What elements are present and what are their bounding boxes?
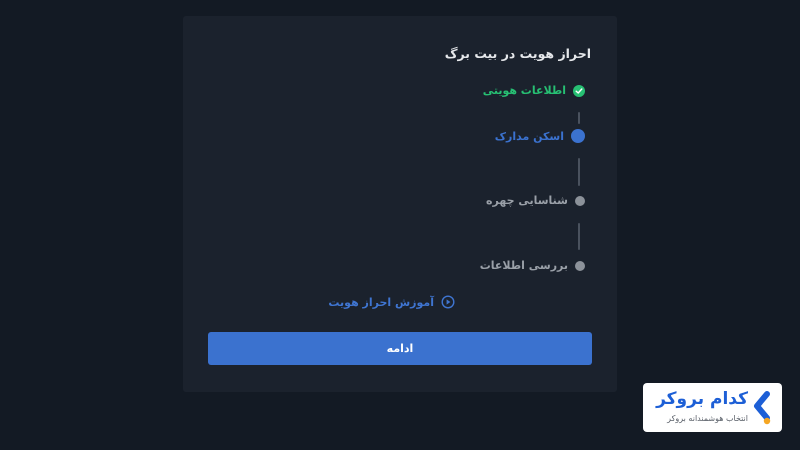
play-circle-icon [441, 295, 455, 309]
tutorial-label: آموزش احراز هویت [328, 295, 434, 309]
step-information-review[interactable]: بررسی اطلاعات [480, 259, 585, 272]
step-face-recognition[interactable]: شناسایی چهره [486, 194, 585, 207]
continue-button[interactable]: ادامه [208, 332, 592, 365]
step-label: شناسایی چهره [485, 194, 568, 207]
active-step-icon [571, 129, 585, 143]
brand-logo-icon [751, 391, 775, 425]
kyc-card: احراز هویت در بیت برگ اطلاعات هویتی اسکن… [183, 16, 617, 392]
step-identity-info[interactable]: اطلاعات هویتی [483, 84, 585, 97]
step-document-scan[interactable]: اسکن مدارک [495, 129, 585, 143]
step-connector [578, 223, 580, 250]
step-connector [578, 112, 580, 124]
brand-name: کدام بروکر [656, 389, 748, 409]
page-title: احراز هویت در بیت برگ [444, 46, 591, 61]
step-label: اطلاعات هویتی [482, 84, 566, 97]
kyc-tutorial-link[interactable]: آموزش احراز هویت [328, 295, 455, 309]
step-connector [578, 158, 580, 186]
brand-watermark: کدام بروکر انتخاب هوشمندانه بروکر [643, 383, 782, 432]
step-label: بررسی اطلاعات [479, 259, 568, 272]
pending-step-icon [575, 195, 585, 206]
pending-step-icon [575, 260, 585, 271]
check-circle-icon [573, 84, 585, 97]
brand-tagline: انتخاب هوشمندانه بروکر [667, 414, 748, 423]
step-label: اسکن مدارک [494, 129, 564, 143]
